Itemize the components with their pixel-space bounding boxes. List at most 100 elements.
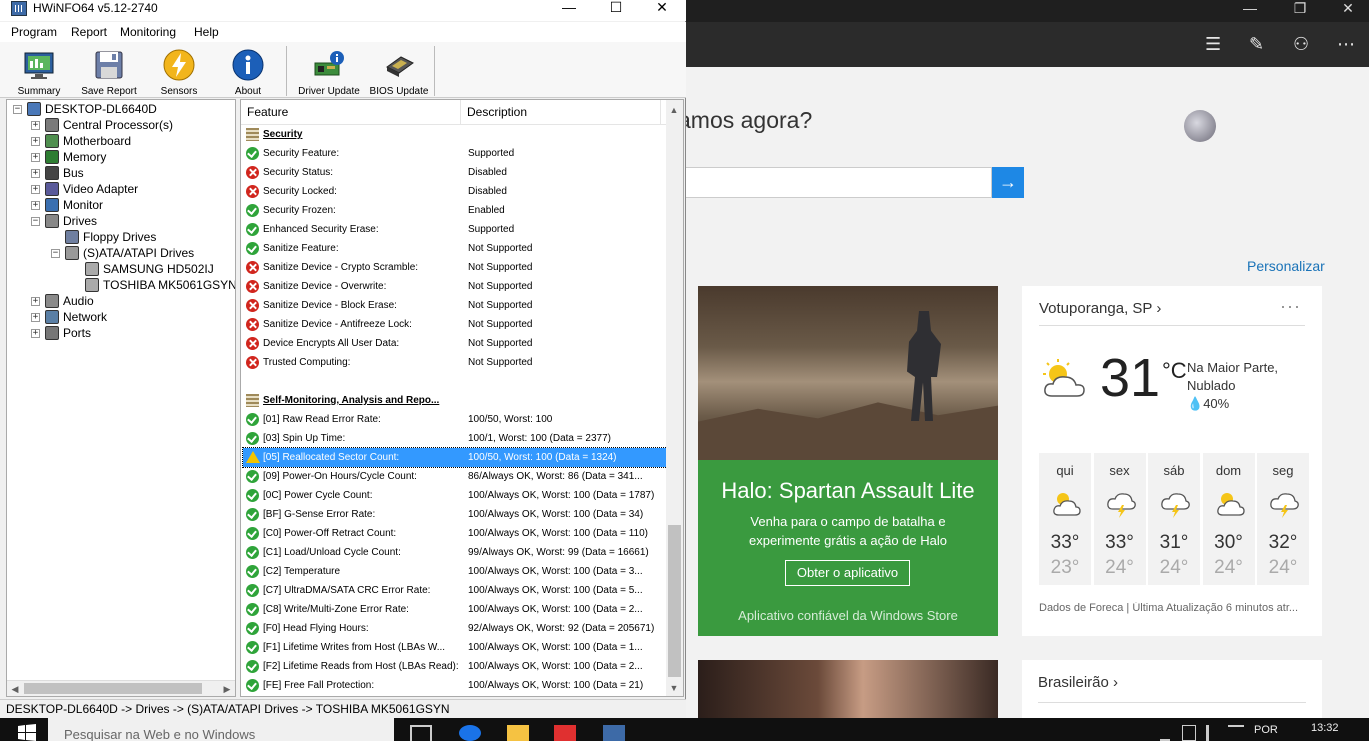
scroll-left-icon[interactable]: ◀ xyxy=(7,681,23,696)
task-view-icon[interactable] xyxy=(410,725,432,741)
network-tray-icon[interactable] xyxy=(1182,725,1196,741)
expand-icon[interactable]: + xyxy=(31,121,40,130)
expand-icon[interactable]: + xyxy=(31,313,40,322)
table-row[interactable]: [F1] Lifetime Writes from Host (LBAs W..… xyxy=(243,638,667,657)
minimize-button[interactable]: — xyxy=(546,0,592,16)
table-row[interactable]: Device Encrypts All User Data: Not Suppor… xyxy=(243,334,667,353)
news-photo[interactable] xyxy=(698,660,998,718)
weather-more-icon[interactable]: ··· xyxy=(1280,296,1301,317)
taskbar-search-input[interactable]: Pesquisar na Web e no Windows xyxy=(48,718,394,741)
temperature-unit[interactable]: °C xyxy=(1162,358,1187,384)
table-row[interactable]: Sanitize Device - Antifreeze Lock: Not Su… xyxy=(243,315,667,334)
table-row[interactable]: [01] Raw Read Error Rate: 100/50, Worst: … xyxy=(243,410,667,429)
news-card[interactable]: Brasileirão › xyxy=(1022,660,1322,718)
collapse-icon[interactable]: − xyxy=(51,249,60,258)
table-row[interactable]: Sanitize Device - Block Erase: Not Suppor… xyxy=(243,296,667,315)
bios-update-button[interactable]: BIOS Update xyxy=(366,46,432,98)
table-row[interactable]: [BF] G-Sense Error Rate: 100/Always OK, W… xyxy=(243,505,667,524)
file-explorer-icon[interactable] xyxy=(507,725,529,741)
device-tree[interactable]: − DESKTOP-DL6640D + Central Processor(s) + Mo… xyxy=(6,99,236,697)
expand-icon[interactable]: + xyxy=(31,137,40,146)
forecast-day[interactable]: sex 33° 24° xyxy=(1093,453,1146,585)
collapse-icon[interactable]: − xyxy=(31,217,40,226)
table-row[interactable]: [FE] Free Fall Protection: 100/Always OK,… xyxy=(243,676,667,695)
expand-icon[interactable]: + xyxy=(31,153,40,162)
weather-card[interactable]: Votuporanga, SP › ··· 31 °C Na Maior Par… xyxy=(1022,286,1322,636)
sensors-button[interactable]: Sensors xyxy=(154,46,204,98)
about-button[interactable]: About xyxy=(222,46,274,98)
avatar[interactable] xyxy=(1184,110,1216,142)
menu-program[interactable]: Program xyxy=(11,25,57,39)
driver-update-button[interactable]: Driver Update xyxy=(294,46,364,98)
news-title[interactable]: Brasileirão › xyxy=(1038,674,1118,691)
section-header[interactable]: Self-Monitoring, Analysis and Repo... xyxy=(243,391,667,410)
weather-location[interactable]: Votuporanga, SP › xyxy=(1039,300,1161,317)
maximize-button[interactable]: ☐ xyxy=(593,0,639,16)
tray-chevron-icon[interactable] xyxy=(1160,725,1170,741)
windows-start-icon[interactable] xyxy=(18,724,36,741)
hub-icon[interactable]: ☰ xyxy=(1205,34,1221,54)
table-row[interactable]: [0C] Power Cycle Count: 100/Always OK, Wo… xyxy=(243,486,667,505)
hwinfo-taskbar-icon[interactable] xyxy=(603,725,625,741)
table-row[interactable]: [03] Spin Up Time: 100/1, Worst: 100 (Dat… xyxy=(243,429,667,448)
language-indicator[interactable]: POR xyxy=(1254,724,1278,736)
table-row[interactable]: Sanitize Device - Overwrite: Not Supporte… xyxy=(243,277,667,296)
table-row[interactable]: [F2] Lifetime Reads from Host (LBAs Read… xyxy=(243,657,667,676)
msn-search-input[interactable] xyxy=(686,167,992,198)
msn-search-button[interactable]: → xyxy=(992,167,1024,198)
table-row[interactable]: Security Status: Disabled xyxy=(243,163,667,182)
msn-close-button[interactable]: ✕ xyxy=(1328,0,1368,16)
table-row[interactable]: Security Feature: Supported xyxy=(243,144,667,163)
forecast-day[interactable]: sáb 31° 24° xyxy=(1148,453,1200,585)
menu-monitoring[interactable]: Monitoring xyxy=(120,25,176,39)
collapse-icon[interactable]: − xyxy=(13,105,22,114)
feature-list[interactable]: Feature Description Security Security Fea… xyxy=(240,99,684,697)
forecast-day[interactable]: seg 32° 24° xyxy=(1257,453,1309,585)
menu-report[interactable]: Report xyxy=(71,25,107,39)
expand-icon[interactable]: + xyxy=(31,201,40,210)
scroll-thumb[interactable] xyxy=(668,525,681,677)
expand-icon[interactable]: + xyxy=(31,329,40,338)
expand-icon[interactable]: + xyxy=(31,297,40,306)
table-row[interactable]: Security Locked: Disabled xyxy=(243,182,667,201)
column-feature[interactable]: Feature xyxy=(241,100,461,125)
column-description[interactable]: Description xyxy=(461,100,661,125)
scroll-down-icon[interactable]: ▼ xyxy=(666,680,682,696)
table-row[interactable]: [C2] Temperature 100/Always OK, Worst: 10… xyxy=(243,562,667,581)
more-icon[interactable]: ⋯ xyxy=(1337,34,1355,54)
list-vertical-scrollbar[interactable]: ▲ ▼ xyxy=(666,100,683,696)
expand-icon[interactable]: + xyxy=(31,169,40,178)
clock[interactable]: 13:32 xyxy=(1311,722,1339,734)
msn-maximize-button[interactable]: ❐ xyxy=(1280,0,1320,16)
table-row[interactable]: [09] Power-On Hours/Cycle Count: 86/Alway… xyxy=(243,467,667,486)
store-app-icon[interactable] xyxy=(554,725,576,741)
table-row[interactable]: [05] Reallocated Sector Count: 100/50, Wo… xyxy=(242,447,668,468)
forecast-day[interactable]: qui 33° 23° xyxy=(1039,453,1091,585)
table-row[interactable]: Security Frozen: Enabled xyxy=(243,201,667,220)
edge-icon[interactable] xyxy=(459,725,481,741)
table-row[interactable]: [C7] UltraDMA/SATA CRC Error Rate: 100/Al… xyxy=(243,581,667,600)
ad-card[interactable]: Halo: Spartan Assault Lite Venha para o … xyxy=(698,286,998,636)
table-row[interactable]: [F0] Head Flying Hours: 92/Always OK, Wor… xyxy=(243,619,667,638)
table-row[interactable]: Sanitize Feature: Not Supported xyxy=(243,239,667,258)
table-row[interactable]: Trusted Computing: Not Supported xyxy=(243,353,667,372)
web-note-icon[interactable]: ✎ xyxy=(1249,34,1264,54)
scroll-right-icon[interactable]: ▶ xyxy=(219,681,235,696)
hwinfo-title-bar[interactable]: HWiNFO64 v5.12-2740 — ☐ ✕ xyxy=(0,0,686,21)
save-report-button[interactable]: Save Report xyxy=(78,46,140,98)
table-row[interactable]: [C0] Power-Off Retract Count: 100/Always … xyxy=(243,524,667,543)
table-row[interactable]: Sanitize Device - Crypto Scramble: Not Su… xyxy=(243,258,667,277)
keyboard-tray-icon[interactable] xyxy=(1228,725,1244,741)
get-app-button[interactable]: Obter o aplicativo xyxy=(785,560,910,586)
volume-tray-icon[interactable] xyxy=(1206,725,1218,741)
forecast-day[interactable]: dom 30° 24° xyxy=(1202,453,1255,585)
personalize-link[interactable]: Personalizar xyxy=(1247,258,1325,274)
close-button[interactable]: ✕ xyxy=(639,0,685,16)
scroll-up-icon[interactable]: ▲ xyxy=(666,102,682,118)
tree-horizontal-scrollbar[interactable]: ◀ ▶ xyxy=(7,680,235,696)
scroll-thumb[interactable] xyxy=(24,683,202,694)
table-row[interactable]: [C1] Load/Unload Cycle Count: 99/Always O… xyxy=(243,543,667,562)
expand-icon[interactable]: + xyxy=(31,185,40,194)
table-row[interactable]: [C8] Write/Multi-Zone Error Rate: 100/Alw… xyxy=(243,600,667,619)
weather-source[interactable]: Dados de Foreca | Última Atualização 6 m… xyxy=(1039,602,1315,614)
